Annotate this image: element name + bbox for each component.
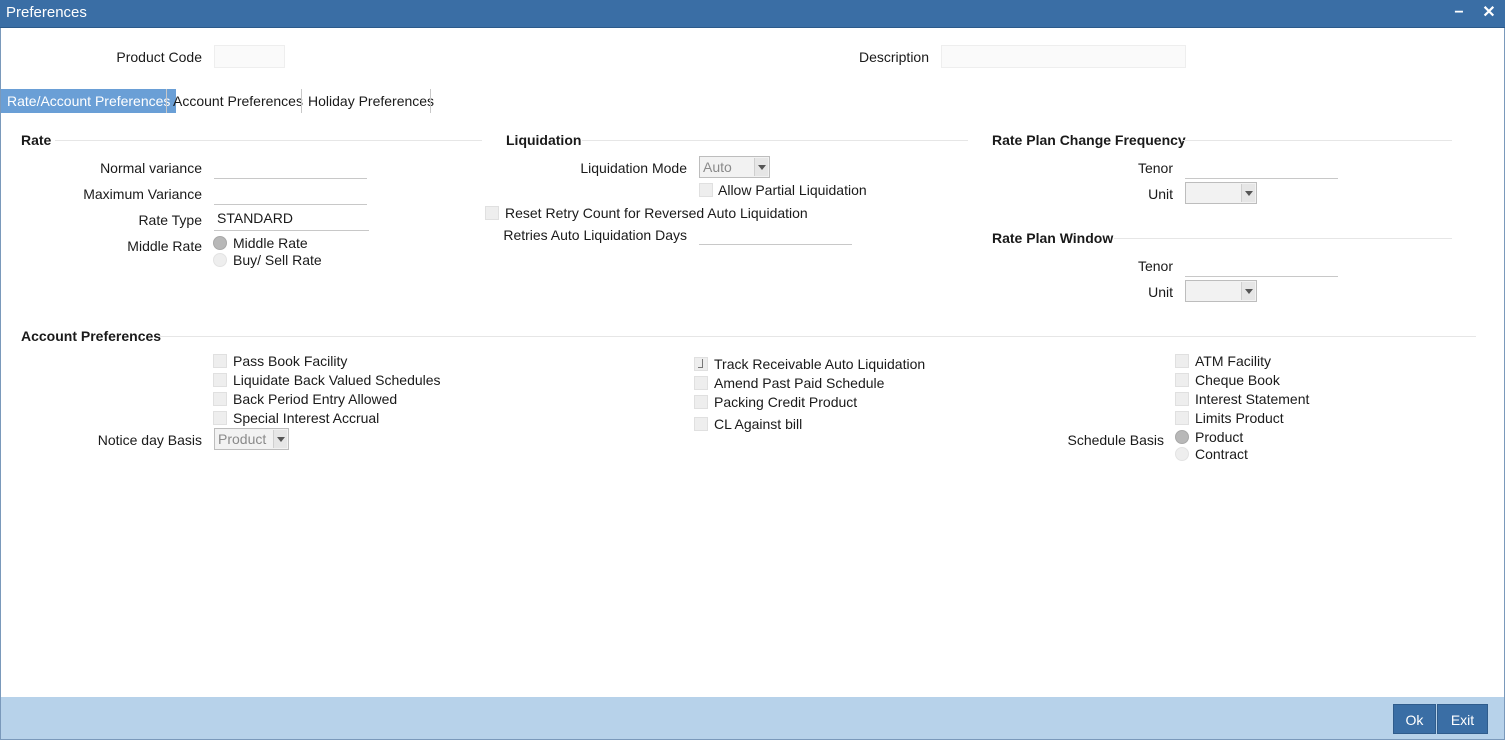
back-period-entry-allowed-label: Back Period Entry Allowed: [233, 391, 398, 407]
interest-statement-checkbox[interactable]: [1175, 392, 1189, 406]
rate-plan-change-tenor-input[interactable]: [1185, 155, 1338, 179]
rate-type-input[interactable]: STANDARD: [214, 207, 369, 231]
description-label: Description: [858, 49, 929, 65]
amend-past-paid-schedule-checkbox[interactable]: [694, 376, 708, 390]
schedule-basis-product-radio[interactable]: [1175, 430, 1189, 444]
normal-variance-input[interactable]: [214, 155, 367, 179]
rate-plan-change-unit-label: Unit: [1148, 186, 1173, 202]
notice-day-basis-label: Notice day Basis: [97, 432, 202, 448]
track-receivable-auto-liquidation-label: Track Receivable Auto Liquidation: [714, 356, 926, 372]
amend-past-paid-schedule-label: Amend Past Paid Schedule: [714, 375, 885, 391]
tab-holiday-preferences[interactable]: Holiday Preferences: [302, 89, 440, 113]
section-divider: [1114, 238, 1452, 239]
track-receivable-auto-liquidation-checkbox[interactable]: [694, 357, 708, 371]
schedule-basis-contract-radio[interactable]: [1175, 447, 1189, 461]
section-divider: [158, 336, 1476, 337]
liquidate-back-valued-schedules-label: Liquidate Back Valued Schedules: [233, 372, 441, 388]
liquidation-section-title: Liquidation: [506, 132, 582, 148]
rate-plan-change-tenor-label: Tenor: [1137, 160, 1173, 176]
rate-type-label: Rate Type: [138, 212, 202, 228]
rate-plan-change-unit-select[interactable]: [1185, 182, 1257, 204]
reset-retry-count-label: Reset Retry Count for Reversed Auto Liqu…: [505, 205, 808, 221]
liquidation-mode-label: Liquidation Mode: [580, 160, 687, 176]
ok-button[interactable]: Ok: [1393, 704, 1436, 734]
atm-facility-checkbox[interactable]: [1175, 354, 1189, 368]
middle-rate-label: Middle Rate: [127, 238, 202, 254]
limits-product-checkbox[interactable]: [1175, 411, 1189, 425]
atm-facility-label: ATM Facility: [1195, 353, 1271, 369]
section-divider: [1182, 140, 1452, 141]
packing-credit-product-label: Packing Credit Product: [714, 394, 858, 410]
section-divider: [55, 140, 482, 141]
middle-rate-option-label: Middle Rate: [233, 235, 308, 251]
chevron-down-icon: [273, 430, 287, 448]
rate-section-title: Rate: [21, 132, 52, 148]
retries-auto-liquidation-days-label: Retries Auto Liquidation Days: [503, 227, 687, 243]
buy-sell-rate-radio[interactable]: [213, 253, 227, 267]
description-field[interactable]: [941, 45, 1186, 68]
cl-against-bill-label: CL Against bill: [714, 416, 803, 432]
special-interest-accrual-checkbox[interactable]: [213, 411, 227, 425]
window-title: Preferences: [6, 4, 87, 21]
liquidate-back-valued-schedules-checkbox[interactable]: [213, 373, 227, 387]
chevron-down-icon: [1241, 282, 1255, 300]
maximum-variance-label: Maximum Variance: [83, 186, 202, 202]
account-preferences-section-title: Account Preferences: [21, 328, 162, 344]
chevron-down-icon: [1241, 184, 1255, 202]
middle-rate-radio[interactable]: [213, 236, 227, 250]
reset-retry-count-checkbox[interactable]: [485, 206, 499, 220]
packing-credit-product-checkbox[interactable]: [694, 395, 708, 409]
tab-divider: [430, 89, 431, 113]
rate-plan-window-unit-select[interactable]: [1185, 280, 1257, 302]
schedule-basis-product-label: Product: [1195, 429, 1244, 445]
notice-day-basis-select[interactable]: Product: [214, 428, 289, 450]
normal-variance-label: Normal variance: [100, 160, 202, 176]
rate-plan-change-frequency-title: Rate Plan Change Frequency: [992, 132, 1186, 148]
cl-against-bill-checkbox[interactable]: [694, 417, 708, 431]
schedule-basis-label: Schedule Basis: [1067, 432, 1164, 448]
special-interest-accrual-label: Special Interest Accrual: [233, 410, 380, 426]
rate-plan-window-unit-label: Unit: [1148, 284, 1173, 300]
close-icon[interactable]: ✕: [1480, 3, 1498, 23]
maximum-variance-input[interactable]: [214, 181, 367, 205]
interest-statement-label: Interest Statement: [1195, 391, 1310, 407]
product-code-label: Product Code: [116, 49, 202, 65]
title-bar: Preferences − ✕: [0, 0, 1505, 28]
rate-plan-window-title: Rate Plan Window: [992, 230, 1114, 246]
liquidation-mode-select[interactable]: Auto: [699, 156, 770, 178]
pass-book-facility-checkbox[interactable]: [213, 354, 227, 368]
back-period-entry-allowed-checkbox[interactable]: [213, 392, 227, 406]
product-code-field[interactable]: [214, 45, 285, 68]
section-divider: [582, 140, 968, 141]
tab-rate-account-preferences[interactable]: Rate/Account Preferences: [1, 89, 177, 113]
cheque-book-checkbox[interactable]: [1175, 373, 1189, 387]
rate-plan-window-tenor-input[interactable]: [1185, 253, 1338, 277]
exit-button[interactable]: Exit: [1437, 704, 1488, 734]
buy-sell-rate-option-label: Buy/ Sell Rate: [233, 252, 322, 268]
allow-partial-liquidation-checkbox[interactable]: [699, 183, 713, 197]
minimize-icon[interactable]: −: [1450, 3, 1468, 23]
pass-book-facility-label: Pass Book Facility: [233, 353, 348, 369]
schedule-basis-contract-label: Contract: [1195, 446, 1248, 462]
retries-auto-liquidation-days-input[interactable]: [699, 221, 852, 245]
rate-plan-window-tenor-label: Tenor: [1137, 258, 1173, 274]
limits-product-label: Limits Product: [1195, 410, 1284, 426]
tab-account-preferences[interactable]: Account Preferences: [167, 89, 309, 113]
allow-partial-liquidation-label: Allow Partial Liquidation: [718, 182, 867, 198]
footer-bar: [1, 697, 1504, 739]
chevron-down-icon: [754, 158, 768, 176]
cheque-book-label: Cheque Book: [1195, 372, 1280, 388]
